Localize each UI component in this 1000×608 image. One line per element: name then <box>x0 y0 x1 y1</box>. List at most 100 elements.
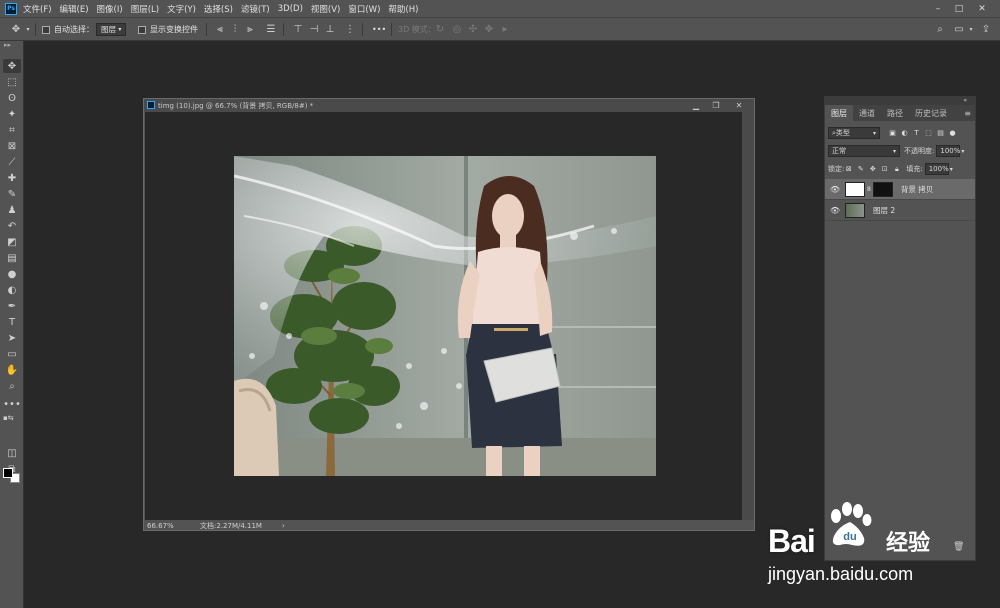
doc-minimize-button[interactable]: ▁ <box>686 99 706 112</box>
menu-type[interactable]: 文字(Y) <box>167 3 196 15</box>
close-button[interactable]: ✕ <box>973 0 991 17</box>
tab-layers[interactable]: 图层 <box>825 105 853 121</box>
brush-tool-icon[interactable]: ✎ <box>3 187 21 201</box>
workspace-icon[interactable]: ▭ <box>953 18 965 41</box>
path-selection-tool-icon[interactable]: ➤ <box>3 331 21 345</box>
vertical-scrollbar[interactable] <box>742 112 754 520</box>
align-hcenter-icon[interactable]: ⫶ <box>229 18 241 41</box>
filter-type-dropdown[interactable]: ⌕ 类型 ▾ <box>828 127 880 139</box>
layer-row[interactable]: 👁︎ 图层 2 <box>825 200 975 221</box>
canvas-area[interactable] <box>145 112 742 520</box>
lasso-tool-icon[interactable]: ʘ <box>3 91 21 105</box>
healing-brush-tool-icon[interactable]: ✚ <box>3 171 21 185</box>
3d-roll-icon[interactable]: ◎ <box>451 18 463 41</box>
hand-tool-icon[interactable]: ✋ <box>3 363 21 377</box>
filter-adjustment-icon[interactable]: ◐ <box>900 129 909 138</box>
menu-layer[interactable]: 图层(L) <box>131 3 159 15</box>
chevron-down-icon[interactable]: ▾ <box>950 166 953 173</box>
dodge-tool-icon[interactable]: ◐ <box>3 283 21 297</box>
crop-tool-icon[interactable]: ⌗ <box>3 123 21 137</box>
eyedropper-tool-icon[interactable]: ⟋ <box>3 155 21 169</box>
panel-collapse-button[interactable]: « <box>825 97 975 105</box>
opacity-input[interactable]: 100% <box>936 145 960 157</box>
filter-type-icon[interactable]: T <box>912 129 921 138</box>
move-tool-icon[interactable]: ✥ <box>3 59 21 73</box>
chevron-down-icon[interactable]: ▾ <box>961 148 964 155</box>
document-tab[interactable]: timg (10).jpg @ 66.7% (背景 拷贝, RGB/8#) * … <box>144 99 754 112</box>
layer-row[interactable]: 👁︎ 8 背景 拷贝 <box>825 179 975 200</box>
eraser-tool-icon[interactable]: ◩ <box>3 235 21 249</box>
panel-menu-icon[interactable]: ≡ <box>958 105 975 121</box>
distribute-icon[interactable]: ☰ <box>265 18 277 41</box>
more-options-button[interactable]: ••• <box>372 18 386 41</box>
auto-select-dropdown[interactable]: 图层 ▾ <box>96 23 127 36</box>
3d-scale-icon[interactable]: ▸ <box>499 18 511 41</box>
3d-drag-icon[interactable]: ✣ <box>467 18 479 41</box>
doc-close-button[interactable]: ✕ <box>729 99 749 112</box>
magic-wand-tool-icon[interactable]: ✦ <box>3 107 21 121</box>
move-tool-icon[interactable]: ✥ <box>10 18 22 41</box>
gradient-tool-icon[interactable]: ▤ <box>3 251 21 265</box>
visibility-eye-icon[interactable]: 👁︎ <box>825 206 845 215</box>
menu-3d[interactable]: 3D(D) <box>278 4 303 14</box>
lock-all-icon[interactable]: 🔒︎ <box>892 165 901 174</box>
canvas-image[interactable] <box>234 156 656 476</box>
zoom-tool-icon[interactable]: ⌕ <box>3 379 21 393</box>
blend-mode-dropdown[interactable]: 正常 ▾ <box>828 145 900 157</box>
doc-restore-button[interactable]: ❐ <box>706 99 726 112</box>
layer-name[interactable]: 背景 拷贝 <box>901 184 933 195</box>
edit-toolbar-icon[interactable]: ••• <box>3 397 21 411</box>
share-icon[interactable]: ⇪ <box>980 18 992 41</box>
foreground-color-swatch[interactable] <box>3 468 13 478</box>
filter-toggle-icon[interactable]: ● <box>948 129 957 138</box>
auto-select-checkbox[interactable]: 自动选择： <box>42 18 94 41</box>
align-top-icon[interactable]: ⊤ <box>292 18 304 41</box>
lock-image-icon[interactable]: ✎ <box>856 165 865 174</box>
menu-help[interactable]: 帮助(H) <box>388 3 418 15</box>
align-vcenter-icon[interactable]: ⊣ <box>308 18 320 41</box>
pen-tool-icon[interactable]: ✒ <box>3 299 21 313</box>
lock-artboard-icon[interactable]: ⊡ <box>880 165 889 174</box>
zoom-level[interactable]: 66.67% <box>147 522 192 530</box>
minimize-button[interactable]: – <box>929 0 947 17</box>
menu-select[interactable]: 选择(S) <box>204 3 233 15</box>
tab-channels[interactable]: 通道 <box>853 105 881 121</box>
tab-paths[interactable]: 路径 <box>881 105 909 121</box>
layer-mask-thumbnail[interactable] <box>872 181 893 197</box>
align-right-icon[interactable]: ⫸ <box>244 18 256 41</box>
search-icon[interactable]: ⌕ <box>934 18 946 41</box>
menu-filter[interactable]: 滤镜(T) <box>241 3 270 15</box>
marquee-tool-icon[interactable]: ⬚ <box>3 75 21 89</box>
filter-smart-object-icon[interactable]: ▤ <box>936 129 945 138</box>
tab-history[interactable]: 历史记录 <box>909 105 953 121</box>
quick-mask-icon[interactable]: ◫ <box>3 446 21 460</box>
menu-window[interactable]: 窗口(W) <box>348 3 380 15</box>
visibility-eye-icon[interactable]: 👁︎ <box>825 185 845 194</box>
layer-name[interactable]: 图层 2 <box>873 205 895 216</box>
tool-preset-chevron-icon[interactable]: ▾ <box>22 18 34 41</box>
fill-input[interactable]: 100% <box>924 163 949 175</box>
workspace-chevron-icon[interactable]: ▾ <box>965 18 977 41</box>
show-transform-checkbox[interactable]: 显示变换控件 <box>138 18 198 41</box>
menu-view[interactable]: 视图(V) <box>311 3 340 15</box>
align-bottom-icon[interactable]: ⊥ <box>324 18 336 41</box>
frame-tool-icon[interactable]: ⊠ <box>3 139 21 153</box>
filter-shape-icon[interactable]: ⬚ <box>924 129 933 138</box>
blur-tool-icon[interactable]: ● <box>3 267 21 281</box>
rectangle-tool-icon[interactable]: ▭ <box>3 347 21 361</box>
3d-slide-icon[interactable]: ✥ <box>483 18 495 41</box>
swap-colors-icon[interactable]: ▪⇆ <box>3 411 21 425</box>
align-left-icon[interactable]: ⫷ <box>214 18 226 41</box>
menu-image[interactable]: 图像(I) <box>97 3 123 15</box>
3d-rotate-icon[interactable]: ↻ <box>434 18 446 41</box>
distribute-vertical-icon[interactable]: ⋮ <box>344 18 356 41</box>
menu-edit[interactable]: 编辑(E) <box>60 3 89 15</box>
maximize-button[interactable]: □ <box>950 0 968 17</box>
type-tool-icon[interactable]: T <box>3 315 21 329</box>
menu-file[interactable]: 文件(F) <box>23 3 52 15</box>
history-brush-tool-icon[interactable]: ↶ <box>3 219 21 233</box>
status-menu-arrow[interactable]: › <box>282 522 285 530</box>
panel-grip-icon[interactable]: ▸▸ <box>4 41 11 49</box>
lock-transparent-icon[interactable]: ⊠ <box>844 165 853 174</box>
clone-stamp-tool-icon[interactable]: ♟ <box>3 203 21 217</box>
